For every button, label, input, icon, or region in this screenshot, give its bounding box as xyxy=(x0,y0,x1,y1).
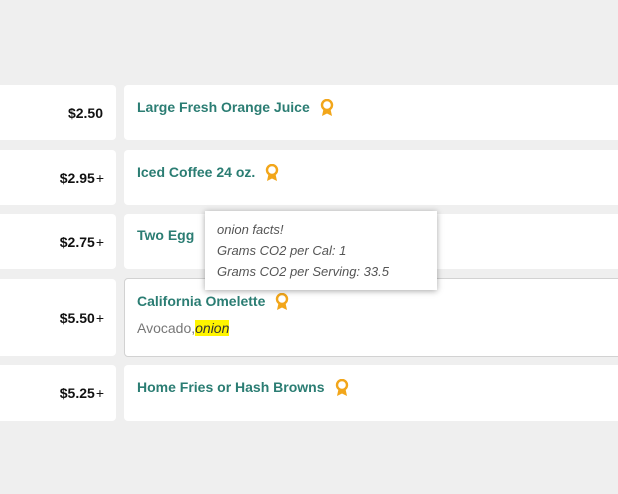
menu-item[interactable]: Large Fresh Orange Juice xyxy=(124,85,618,140)
item-title[interactable]: California Omelette xyxy=(137,292,289,310)
award-ribbon-icon xyxy=(320,98,334,117)
item-price: $2.95 xyxy=(59,169,95,186)
item-name[interactable]: Large Fresh Orange Juice xyxy=(137,99,310,115)
ingredients-list: Avocado,onion xyxy=(137,320,230,336)
item-name[interactable]: Iced Coffee 24 oz. xyxy=(137,164,255,180)
item-price: $5.50 xyxy=(59,309,95,326)
award-ribbon-icon xyxy=(275,292,289,311)
award-ribbon-icon xyxy=(335,378,349,397)
ingredient-tooltip: onion facts! Grams CO2 per Cal: 1 Grams … xyxy=(205,211,437,290)
award-ribbon-icon xyxy=(265,163,279,182)
item-price: $2.50 xyxy=(67,104,103,121)
price-cell: $5.25 + xyxy=(0,365,116,421)
item-price: $2.75 xyxy=(59,233,95,250)
item-title[interactable]: Large Fresh Orange Juice xyxy=(137,98,334,116)
price-cell: $2.50 xyxy=(0,85,116,140)
item-name[interactable]: Home Fries or Hash Browns xyxy=(137,379,325,395)
menu-item[interactable]: Iced Coffee 24 oz. xyxy=(124,150,618,205)
tooltip-title: onion facts! xyxy=(217,222,284,237)
price-plus: + xyxy=(95,233,104,250)
price-plus: + xyxy=(95,309,104,326)
tooltip-co2-per-cal: Grams CO2 per Cal: 1 xyxy=(217,243,347,258)
item-title[interactable]: Two Egg xyxy=(137,227,194,243)
menu-item[interactable]: Home Fries or Hash Browns xyxy=(124,365,618,421)
item-price: $5.25 xyxy=(59,385,95,401)
item-name[interactable]: California Omelette xyxy=(137,293,265,309)
tooltip-co2-per-serving: Grams CO2 per Serving: 33.5 xyxy=(217,264,389,279)
price-cell: $2.75 + xyxy=(0,214,116,269)
item-title[interactable]: Iced Coffee 24 oz. xyxy=(137,163,279,181)
ingredient-highlight[interactable]: onion xyxy=(195,320,230,336)
item-title[interactable]: Home Fries or Hash Browns xyxy=(137,378,349,396)
item-name[interactable]: Two Egg xyxy=(137,227,194,243)
price-cell: $2.95 + xyxy=(0,150,116,205)
ingredient-text: Avocado, xyxy=(137,320,196,336)
price-plus: + xyxy=(95,385,104,401)
price-plus: + xyxy=(95,169,104,186)
price-cell: $5.50 + xyxy=(0,279,116,356)
